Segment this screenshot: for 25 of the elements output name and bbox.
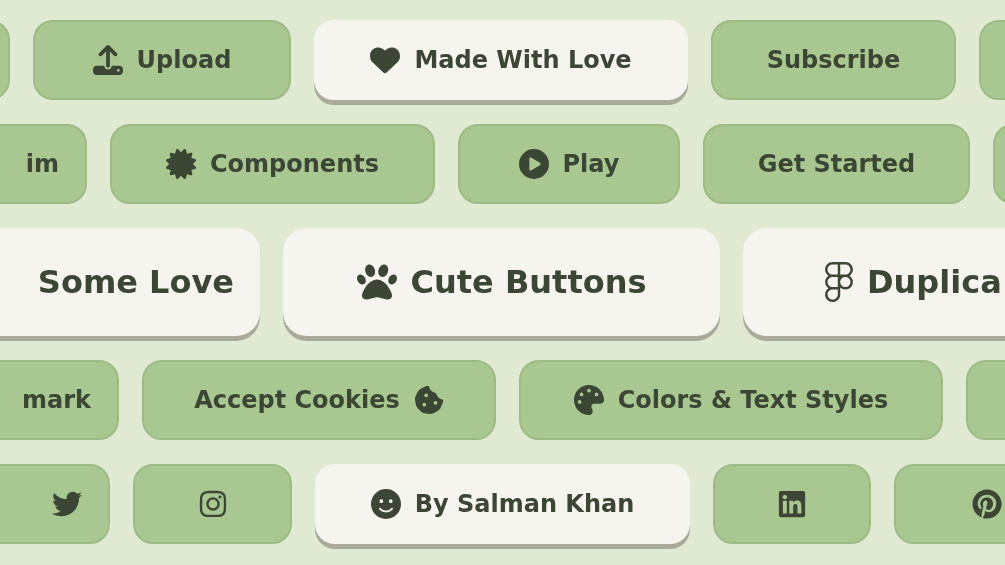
play-icon [518,149,549,179]
pill-button[interactable]: Get Started [703,124,970,204]
pill-button[interactable]: Upload [33,20,291,100]
instagram-icon [197,489,228,519]
pill-button[interactable]: Subscribe [711,20,956,100]
smiley-icon [370,489,401,519]
palette-icon [573,385,604,415]
pill-button[interactable] [0,464,110,544]
pill-button[interactable] [133,464,292,544]
heart-icon [370,45,401,75]
upload-icon [92,45,123,75]
paw-icon [356,262,397,302]
pill-button[interactable] [713,464,871,544]
cookie-icon [413,385,444,415]
pill-button[interactable]: im [0,124,87,204]
pill-button[interactable]: Play [458,124,680,204]
linkedin-icon [777,489,807,519]
pill-button[interactable]: Accept Cookies [142,360,496,440]
twitter-icon [52,489,82,519]
pill-button[interactable]: Colors & Text Styles [519,360,943,440]
pill-button[interactable]: Components [110,124,435,204]
badge-icon [166,149,196,179]
pill-button[interactable]: mark [0,360,119,440]
pinterest-icon [972,489,1002,519]
pill-button[interactable] [894,464,1005,544]
